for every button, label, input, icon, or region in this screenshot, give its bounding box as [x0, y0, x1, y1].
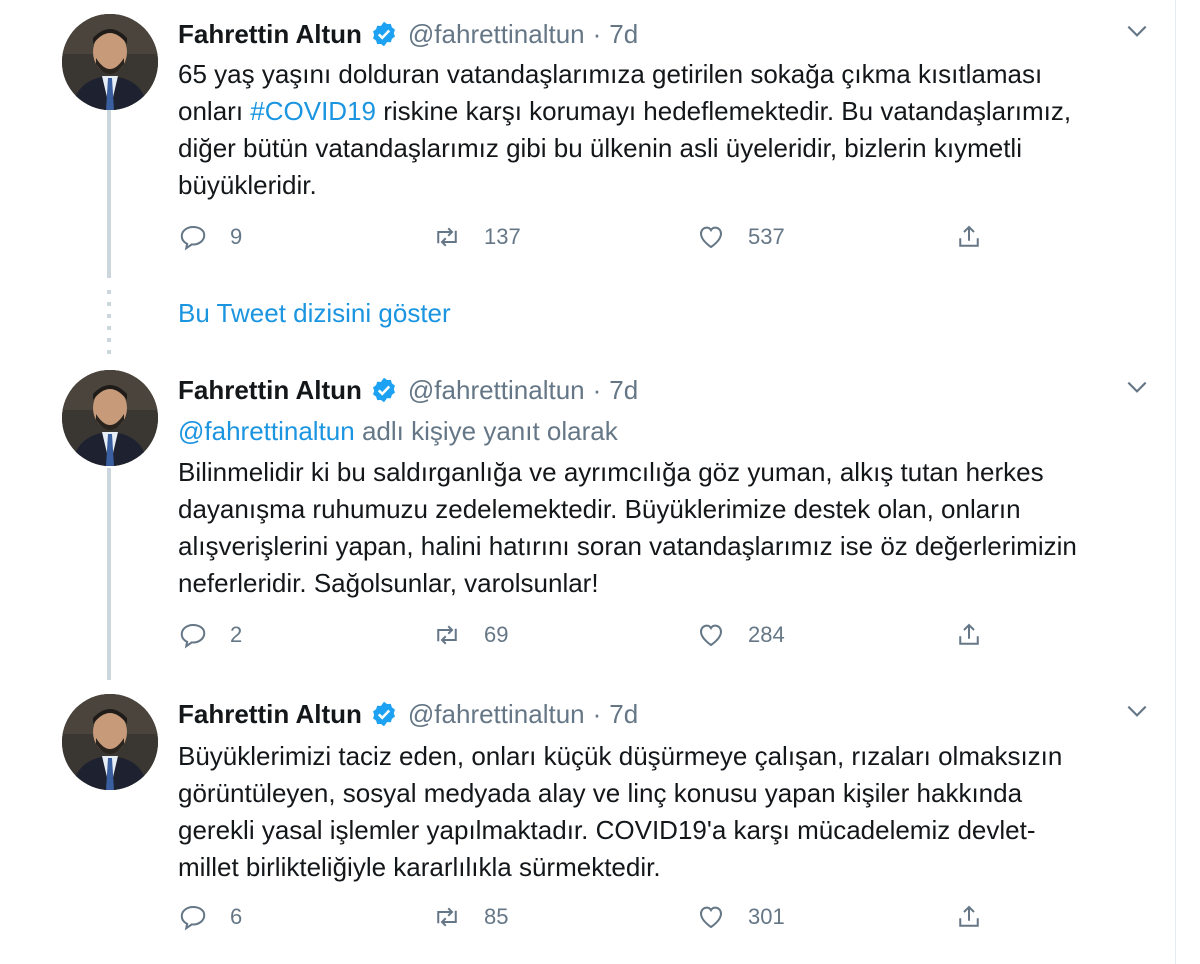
share-button[interactable] [954, 902, 1006, 932]
tweet-header: Fahrettin Altun @fahrettinaltun · 7d [178, 14, 638, 54]
timestamp[interactable]: 7d [609, 699, 638, 730]
tweet[interactable]: Fahrettin Altun @fahrettinaltun · 7d @fa… [10, 356, 1160, 676]
tweet-timeline: Bu Tweet dizisini göster Fahrettin Altun… [10, 0, 1176, 964]
chevron-down-icon[interactable] [1124, 374, 1150, 400]
tweet-text: Büyüklerimizi taciz eden, onları küçük d… [178, 738, 1148, 886]
retweet-count: 69 [484, 622, 509, 647]
share-icon [959, 225, 979, 247]
reply-icon [180, 623, 206, 649]
tweet-text: 65 yaş yaşını dolduran vatandaşlarımıza … [178, 56, 1148, 204]
tweet-text-line: alışverişlerini yapan, halini hatırını s… [178, 531, 1077, 561]
like-button[interactable]: 301 [696, 902, 785, 932]
reply-icon [180, 905, 206, 931]
chevron-down-icon[interactable] [1124, 18, 1150, 44]
reply-count: 2 [230, 622, 243, 647]
heart-icon [699, 906, 723, 929]
tweet-actions: 9 137 537 [178, 222, 998, 262]
share-button[interactable] [954, 620, 1006, 650]
text-segment: riskine karşı korumayı hedeflemektedir. … [376, 96, 1072, 126]
tweet-text-line: millet birlikteliğiyle kararlılıkla sürm… [178, 852, 661, 882]
show-thread-link[interactable]: Bu Tweet dizisini göster [178, 298, 451, 329]
chevron-down-icon[interactable] [1124, 698, 1150, 724]
author-name[interactable]: Fahrettin Altun [178, 699, 362, 730]
tweet-text-line: büyükleridir. [178, 170, 317, 200]
thread-dots [107, 290, 111, 362]
hashtag-link[interactable]: #COVID19 [250, 96, 376, 126]
reply-button[interactable]: 2 [178, 620, 242, 650]
verified-badge-icon [372, 377, 395, 403]
share-icon [959, 905, 979, 927]
share-button[interactable] [954, 222, 1006, 252]
reply-button[interactable]: 6 [178, 902, 242, 932]
like-count: 284 [748, 622, 785, 647]
verified-badge-icon [372, 21, 395, 47]
separator: · [592, 18, 602, 49]
tweet-text: Bilinmelidir ki bu saldırganlığa ve ayrı… [178, 454, 1148, 602]
reply-to-label: adlı kişiye yanıt olarak [354, 416, 618, 446]
tweet-text-line: diğer bütün vatandaşlarımız gibi bu ülke… [178, 133, 1022, 163]
retweet-button[interactable]: 137 [432, 222, 521, 252]
reply-count: 6 [230, 904, 243, 929]
like-button[interactable]: 537 [696, 222, 785, 252]
reply-to-handle-link[interactable]: @fahrettinaltun [178, 416, 355, 446]
tweet[interactable]: Fahrettin Altun @fahrettinaltun · 7d Büy… [10, 680, 1160, 964]
tweet-text-line: dayanışma ruhumuzu zedelemektedir. Büyük… [178, 494, 1021, 524]
like-button[interactable]: 284 [696, 620, 785, 650]
tweet-text-line: Büyüklerimizi taciz eden, onları küçük d… [178, 741, 1063, 771]
avatar[interactable] [62, 370, 158, 466]
replying-to: @fahrettinaltun adlı kişiye yanıt olarak [178, 416, 618, 447]
like-count: 301 [748, 904, 785, 929]
retweet-count: 137 [484, 224, 521, 249]
tweet-actions: 2 69 284 [178, 620, 998, 660]
separator: · [592, 374, 602, 405]
author-handle[interactable]: @fahrettinaltun [408, 699, 585, 730]
tweet-text-line: Bilinmelidir ki bu saldırganlığa ve ayrı… [178, 457, 1044, 487]
retweet-button[interactable]: 85 [432, 902, 508, 932]
heart-icon [699, 624, 723, 647]
avatar[interactable] [62, 694, 158, 790]
author-name[interactable]: Fahrettin Altun [178, 375, 362, 406]
timestamp[interactable]: 7d [609, 19, 638, 50]
tweet-actions: 6 85 301 [178, 902, 998, 942]
author-name[interactable]: Fahrettin Altun [178, 19, 362, 50]
retweet-count: 85 [484, 904, 509, 929]
like-count: 537 [748, 224, 785, 249]
timestamp[interactable]: 7d [609, 375, 638, 406]
reply-count: 9 [230, 224, 243, 249]
separator: · [592, 698, 602, 729]
tweet-text-line: 65 yaş yaşını dolduran vatandaşlarımıza … [178, 59, 1043, 89]
tweet[interactable]: Fahrettin Altun @fahrettinaltun · 7d 65 … [10, 0, 1160, 290]
retweet-button[interactable]: 69 [432, 620, 508, 650]
text-segment: onları [178, 96, 251, 126]
retweet-icon [437, 625, 457, 645]
tweet-text-line: onları #COVID19 riskine karşı korumayı h… [178, 93, 1148, 130]
share-icon [959, 623, 979, 645]
tweet-text-line: neferleridir. Sağolsunlar, varolsunlar! [178, 568, 599, 598]
verified-badge-icon [372, 701, 395, 727]
heart-icon [699, 226, 723, 249]
reply-button[interactable]: 9 [178, 222, 242, 252]
tweet-text-line: görüntüleyen, sosyal medyada alay ve lin… [178, 778, 1023, 808]
author-handle[interactable]: @fahrettinaltun [408, 375, 585, 406]
tweet-header: Fahrettin Altun @fahrettinaltun · 7d [178, 370, 638, 410]
avatar[interactable] [62, 14, 158, 110]
tweet-text-line: gerekli yasal işlemler yapılmaktadır. CO… [178, 815, 1036, 845]
retweet-icon [437, 227, 457, 247]
author-handle[interactable]: @fahrettinaltun [408, 19, 585, 50]
retweet-icon [437, 907, 457, 927]
tweet-header: Fahrettin Altun @fahrettinaltun · 7d [178, 694, 638, 734]
reply-icon [180, 225, 206, 251]
